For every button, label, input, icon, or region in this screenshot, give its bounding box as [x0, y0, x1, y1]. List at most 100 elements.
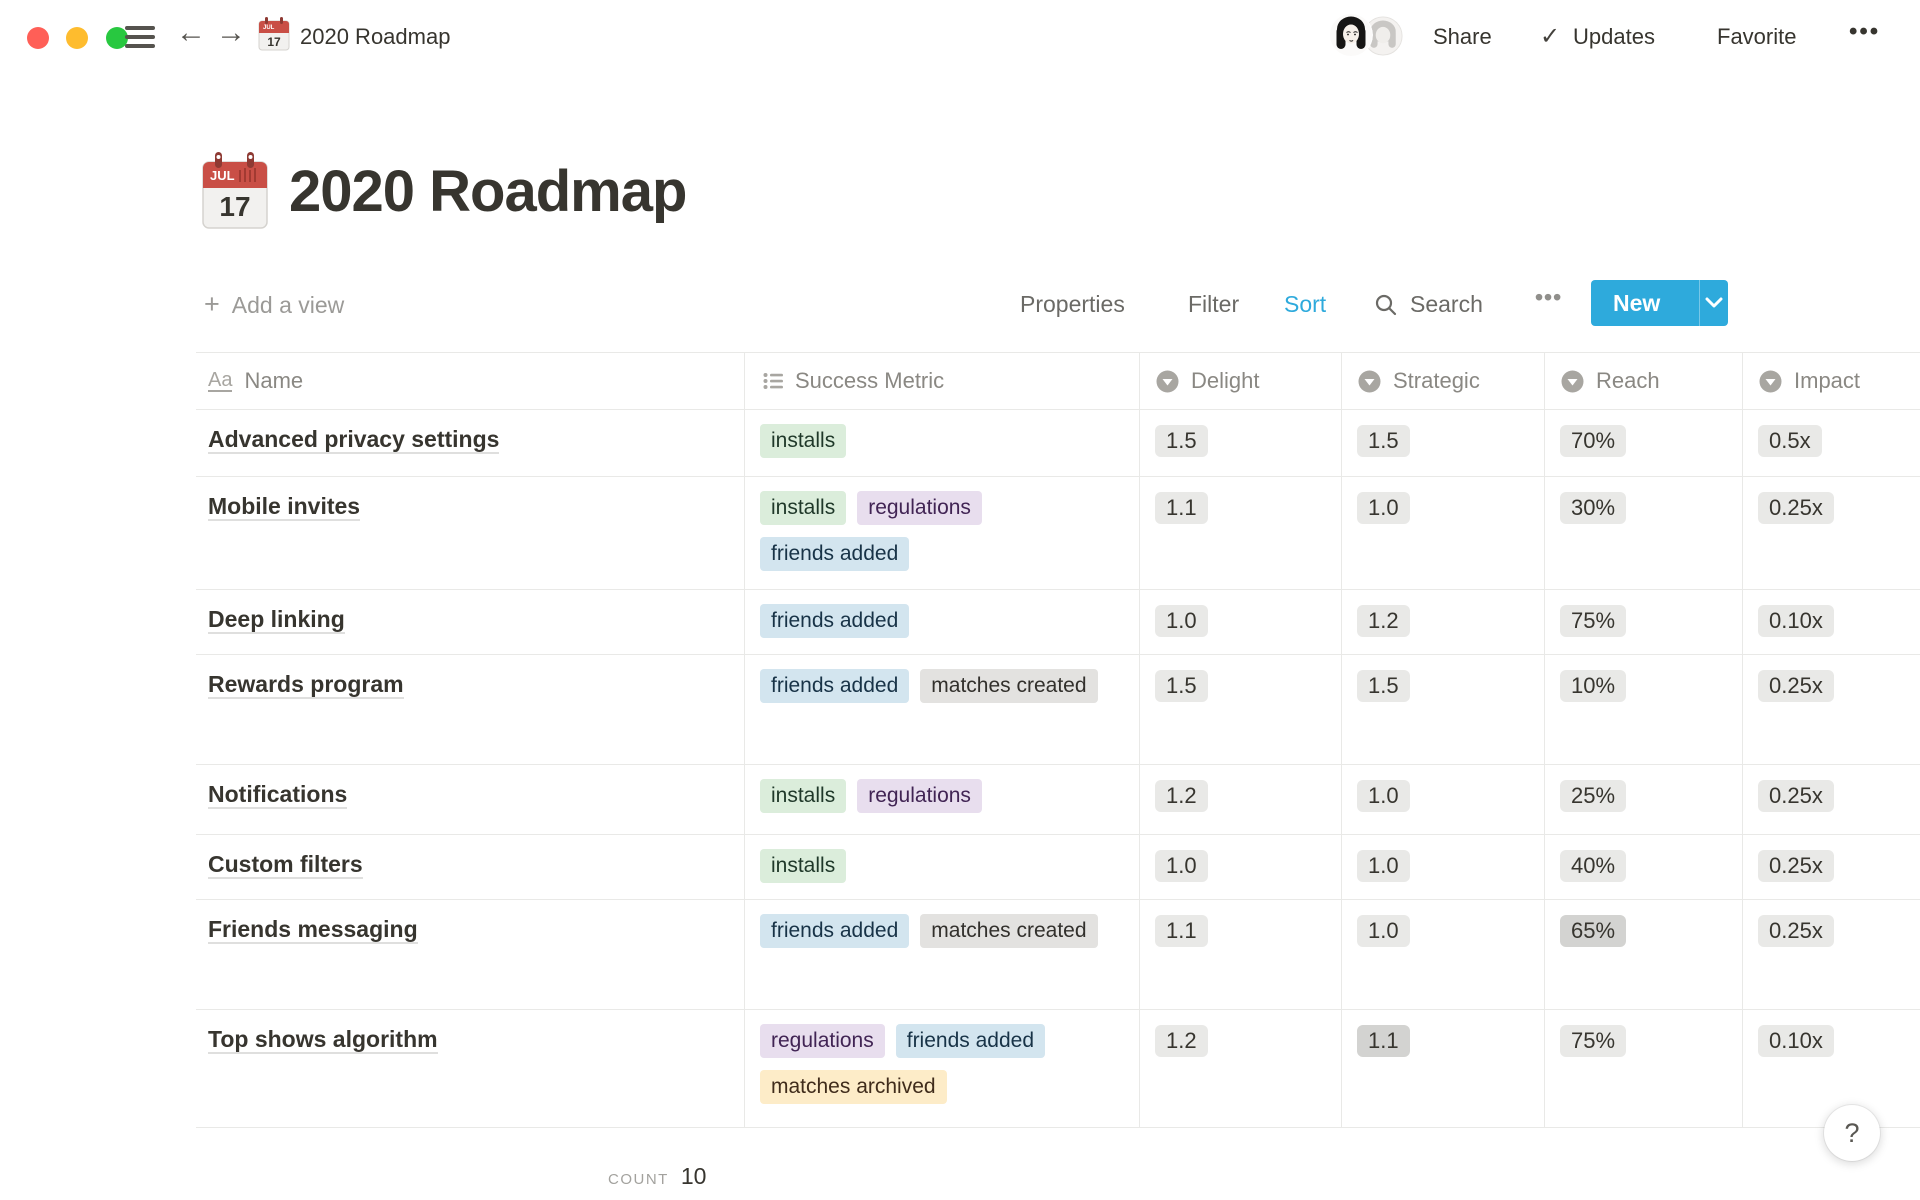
roadmap-table: Aa Name Success Metric Delight Stra	[196, 352, 1920, 1128]
tag[interactable]: friends added	[760, 669, 909, 703]
success-metric-cell[interactable]: regulations friends added matches archiv…	[745, 1010, 1140, 1128]
success-metric-cell[interactable]: friends added	[745, 590, 1140, 655]
delight-cell[interactable]: 1.2	[1140, 765, 1342, 835]
close-window-button[interactable]	[27, 27, 49, 49]
table-row: Top shows algorithm regulations friends …	[196, 1010, 1920, 1128]
impact-cell[interactable]: 0.25x	[1743, 477, 1920, 590]
impact-cell[interactable]: 0.10x	[1743, 1010, 1920, 1128]
row-name-cell[interactable]: Mobile invites	[196, 477, 745, 590]
success-metric-cell[interactable]: installs	[745, 835, 1140, 900]
page-calendar-icon[interactable]: JUL 17	[201, 152, 269, 232]
column-header-delight[interactable]: Delight	[1140, 352, 1342, 410]
tag[interactable]: regulations	[760, 1024, 885, 1058]
delight-cell[interactable]: 1.1	[1140, 477, 1342, 590]
row-name-cell[interactable]: Deep linking	[196, 590, 745, 655]
reach-cell[interactable]: 30%	[1545, 477, 1743, 590]
breadcrumb-calendar-icon: JUL 17	[258, 17, 290, 51]
sort-button[interactable]: Sort	[1284, 291, 1326, 318]
column-header-impact[interactable]: Impact	[1743, 352, 1920, 410]
minimize-window-button[interactable]	[66, 27, 88, 49]
column-header-reach[interactable]: Reach	[1545, 352, 1743, 410]
sidebar-menu-icon[interactable]	[125, 26, 155, 50]
impact-cell[interactable]: 0.25x	[1743, 765, 1920, 835]
strategic-cell[interactable]: 1.0	[1342, 835, 1545, 900]
delight-cell[interactable]: 1.0	[1140, 590, 1342, 655]
success-metric-cell[interactable]: installs	[745, 410, 1140, 477]
delight-cell[interactable]: 1.2	[1140, 1010, 1342, 1128]
count-value: 10	[681, 1163, 707, 1190]
strategic-cell[interactable]: 1.0	[1342, 900, 1545, 1010]
impact-cell[interactable]: 0.5x	[1743, 410, 1920, 477]
add-view-button[interactable]: +Add a view	[204, 289, 344, 320]
number-property-icon	[1561, 370, 1584, 393]
tag[interactable]: matches created	[920, 914, 1097, 948]
favorite-button[interactable]: Favorite	[1717, 24, 1796, 50]
delight-cell[interactable]: 1.5	[1140, 655, 1342, 765]
search-icon[interactable]	[1374, 293, 1398, 317]
column-header-success-metric[interactable]: Success Metric	[745, 352, 1140, 410]
tag[interactable]: installs	[760, 491, 846, 525]
share-button[interactable]: Share	[1433, 24, 1492, 50]
row-name-cell[interactable]: Top shows algorithm	[196, 1010, 745, 1128]
delight-cell[interactable]: 1.0	[1140, 835, 1342, 900]
reach-cell[interactable]: 75%	[1545, 590, 1743, 655]
strategic-cell[interactable]: 1.5	[1342, 410, 1545, 477]
row-name-cell[interactable]: Notifications	[196, 765, 745, 835]
reach-cell[interactable]: 75%	[1545, 1010, 1743, 1128]
tag[interactable]: matches created	[920, 669, 1097, 703]
tag[interactable]: friends added	[760, 537, 909, 571]
search-button[interactable]: Search	[1410, 291, 1483, 318]
check-icon: ✓	[1540, 22, 1560, 51]
new-button[interactable]: New	[1591, 280, 1728, 326]
tag[interactable]: friends added	[760, 604, 909, 638]
impact-cell[interactable]: 0.10x	[1743, 590, 1920, 655]
back-arrow-icon[interactable]: ←	[176, 18, 206, 48]
properties-button[interactable]: Properties	[1020, 291, 1125, 318]
tag[interactable]: matches archived	[760, 1070, 947, 1104]
success-metric-cell[interactable]: friends added matches created	[745, 900, 1140, 1010]
success-metric-cell[interactable]: friends added matches created	[745, 655, 1140, 765]
tag[interactable]: installs	[760, 424, 846, 458]
reach-cell[interactable]: 70%	[1545, 410, 1743, 477]
row-name-cell[interactable]: Rewards program	[196, 655, 745, 765]
tag[interactable]: installs	[760, 779, 846, 813]
breadcrumb[interactable]: 2020 Roadmap	[300, 24, 450, 50]
impact-cell[interactable]: 0.25x	[1743, 835, 1920, 900]
row-name-cell[interactable]: Friends messaging	[196, 900, 745, 1010]
reach-cell[interactable]: 40%	[1545, 835, 1743, 900]
row-name-cell[interactable]: Custom filters	[196, 835, 745, 900]
delight-cell[interactable]: 1.5	[1140, 410, 1342, 477]
column-header-name[interactable]: Aa Name	[196, 352, 745, 410]
updates-button[interactable]: Updates	[1573, 24, 1655, 50]
success-metric-cell[interactable]: installs regulations friends added	[745, 477, 1140, 590]
column-header-strategic[interactable]: Strategic	[1342, 352, 1545, 410]
plus-icon: +	[204, 289, 220, 319]
filter-button[interactable]: Filter	[1188, 291, 1239, 318]
strategic-cell[interactable]: 1.0	[1342, 477, 1545, 590]
impact-cell[interactable]: 0.25x	[1743, 655, 1920, 765]
tag[interactable]: friends added	[896, 1024, 1045, 1058]
forward-arrow-icon[interactable]: →	[216, 18, 246, 48]
delight-cell[interactable]: 1.1	[1140, 900, 1342, 1010]
reach-cell[interactable]: 25%	[1545, 765, 1743, 835]
tag[interactable]: regulations	[857, 779, 982, 813]
strategic-cell[interactable]: 1.1	[1342, 1010, 1545, 1128]
tag[interactable]: friends added	[760, 914, 909, 948]
more-options-icon[interactable]: •••	[1849, 18, 1880, 46]
strategic-cell[interactable]: 1.2	[1342, 590, 1545, 655]
reach-cell[interactable]: 10%	[1545, 655, 1743, 765]
success-metric-cell[interactable]: installs regulations	[745, 765, 1140, 835]
reach-cell[interactable]: 65%	[1545, 900, 1743, 1010]
chevron-down-icon[interactable]	[1700, 297, 1728, 309]
impact-cell[interactable]: 0.25x	[1743, 900, 1920, 1010]
tag[interactable]: regulations	[857, 491, 982, 525]
help-button[interactable]: ?	[1824, 1105, 1880, 1161]
svg-text:17: 17	[219, 191, 250, 222]
strategic-cell[interactable]: 1.0	[1342, 765, 1545, 835]
row-name-cell[interactable]: Advanced privacy settings	[196, 410, 745, 477]
toolbar-more-icon[interactable]: •••	[1535, 284, 1562, 311]
collaborator-avatars	[1329, 13, 1405, 57]
tag[interactable]: installs	[760, 849, 846, 883]
strategic-cell[interactable]: 1.5	[1342, 655, 1545, 765]
avatar	[1329, 13, 1373, 57]
